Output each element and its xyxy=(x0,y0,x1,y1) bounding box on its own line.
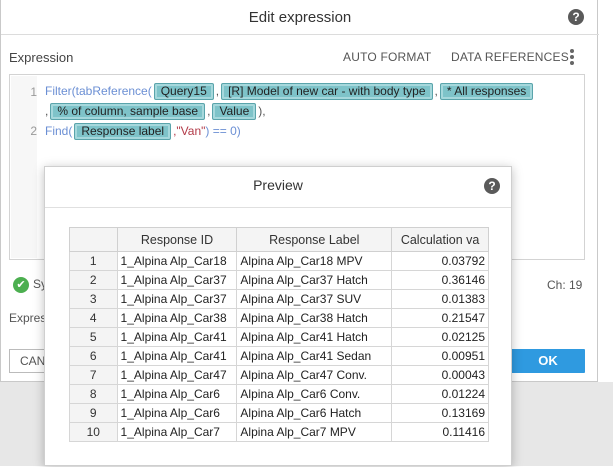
data-references-button[interactable]: DATA REFERENCES xyxy=(451,50,569,64)
code-line-2: Find(Response label ,"Van") == 0) xyxy=(45,123,241,140)
response-label-cell: Alpina Alp_Car18 MPV xyxy=(236,251,393,271)
check-circle-icon: ✔ xyxy=(13,277,29,293)
response-label-cell: Alpina Alp_Car41 Hatch xyxy=(236,327,393,347)
response-label-cell: Alpina Alp_Car37 Hatch xyxy=(236,270,393,290)
response-label-cell: Alpina Alp_Car38 Hatch xyxy=(236,308,393,328)
preview-table: Response ID Response Label Calculation v… xyxy=(69,227,489,442)
reference-chip[interactable]: Value xyxy=(212,103,257,120)
character-count: Ch: 19 xyxy=(547,278,583,292)
code-separator: , xyxy=(207,104,211,118)
column-header[interactable]: Response Label xyxy=(236,227,393,252)
table-row[interactable]: 5 1_Alpina Alp_Car41 Alpina Alp_Car41 Hatc… xyxy=(69,327,489,347)
table-row[interactable]: 10 1_Alpina Alp_Car7 Alpina Alp_Car7 MPV 0.… xyxy=(69,422,489,442)
response-label-cell: Alpina Alp_Car41 Sedan xyxy=(236,346,393,366)
dialog-title: Edit expression xyxy=(248,9,352,26)
row-number: 4 xyxy=(69,308,118,328)
calculation-value-cell: 0.00043 xyxy=(391,365,489,385)
help-icon[interactable]: ? xyxy=(568,9,584,25)
row-number: 7 xyxy=(69,365,118,385)
response-label-cell: Alpina Alp_Car6 Conv. xyxy=(236,384,393,404)
row-number: 6 xyxy=(69,346,118,366)
preview-divider xyxy=(45,207,511,208)
calculation-value-cell: 0.36146 xyxy=(391,270,489,290)
row-number: 3 xyxy=(69,289,118,309)
row-number: 1 xyxy=(69,251,118,271)
response-id-cell: 1_Alpina Alp_Car18 xyxy=(116,251,238,271)
response-id-cell: 1_Alpina Alp_Car38 xyxy=(116,308,238,328)
preview-table-container[interactable]: Response ID Response Label Calculation v… xyxy=(69,227,489,467)
preview-title: Preview xyxy=(253,177,303,193)
reference-chip[interactable]: Query15 xyxy=(153,83,214,100)
calculation-value-cell: 0.00951 xyxy=(391,346,489,366)
code-string: ,"Van" xyxy=(173,124,206,138)
code-separator: ), xyxy=(258,104,266,118)
code-function: Filter(tabReference( xyxy=(45,84,152,98)
response-label-cell: Alpina Alp_Car47 Conv. xyxy=(236,365,393,385)
table-row[interactable]: 6 1_Alpina Alp_Car41 Alpina Alp_Car41 Seda… xyxy=(69,346,489,366)
response-id-cell: 1_Alpina Alp_Car47 xyxy=(116,365,238,385)
table-row[interactable]: 7 1_Alpina Alp_Car47 Alpina Alp_Car47 Conv… xyxy=(69,365,489,385)
response-id-cell: 1_Alpina Alp_Car6 xyxy=(116,403,238,423)
row-number: 5 xyxy=(69,327,118,347)
reference-chip[interactable]: Response label xyxy=(74,123,172,140)
header-divider xyxy=(1,34,599,35)
calculation-value-cell: 0.02125 xyxy=(391,327,489,347)
table-row[interactable]: 3 1_Alpina Alp_Car37 Alpina Alp_Car37 SUV 0… xyxy=(69,289,489,309)
code-separator: , xyxy=(45,104,49,118)
code-separator: , xyxy=(215,84,220,98)
response-id-cell: 1_Alpina Alp_Car41 xyxy=(116,346,238,366)
expressions-label: Expres xyxy=(9,311,47,325)
code-function: Find( xyxy=(45,124,73,138)
ok-button[interactable]: OK xyxy=(511,349,585,373)
calculation-value-cell: 0.01224 xyxy=(391,384,489,404)
calculation-value-cell: 0.01383 xyxy=(391,289,489,309)
calculation-value-cell: 0.11416 xyxy=(391,422,489,442)
code-line-1: Filter(tabReference(Query15, [R] Model of… xyxy=(45,83,535,100)
table-row[interactable]: 4 1_Alpina Alp_Car38 Alpina Alp_Car38 Hatc… xyxy=(69,308,489,328)
calculation-value-cell: 0.21547 xyxy=(391,308,489,328)
response-label-cell: Alpina Alp_Car6 Hatch xyxy=(236,403,393,423)
response-id-cell: 1_Alpina Alp_Car37 xyxy=(116,270,238,290)
expression-label: Expression xyxy=(9,50,74,65)
line-number: 2 xyxy=(30,124,37,138)
preview-help-icon[interactable]: ? xyxy=(484,178,500,194)
response-id-cell: 1_Alpina Alp_Car6 xyxy=(116,384,238,404)
line-number: 1 xyxy=(30,85,37,99)
column-header[interactable]: Response ID xyxy=(116,227,238,252)
calculation-value-cell: 0.13169 xyxy=(391,403,489,423)
table-row[interactable]: 8 1_Alpina Alp_Car6 Alpina Alp_Car6 Conv. 0… xyxy=(69,384,489,404)
code-line-1-wrap: ,% of column, sample base, Value), xyxy=(45,103,266,120)
response-label-cell: Alpina Alp_Car7 MPV xyxy=(236,422,393,442)
code-function: ) == 0) xyxy=(205,124,241,138)
row-number: 2 xyxy=(69,270,118,290)
reference-chip[interactable]: * All responses xyxy=(439,83,534,100)
calculation-value-cell: 0.03792 xyxy=(391,251,489,271)
column-header[interactable]: Calculation va xyxy=(391,227,489,252)
row-number: 8 xyxy=(69,384,118,404)
reference-chip[interactable]: % of column, sample base xyxy=(50,103,206,120)
more-options-icon[interactable] xyxy=(569,49,575,67)
response-id-cell: 1_Alpina Alp_Car37 xyxy=(116,289,238,309)
response-label-cell: Alpina Alp_Car37 SUV xyxy=(236,289,393,309)
auto-format-button[interactable]: AUTO FORMAT xyxy=(343,50,431,64)
response-id-cell: 1_Alpina Alp_Car7 xyxy=(116,422,238,442)
column-header xyxy=(69,227,118,252)
response-id-cell: 1_Alpina Alp_Car41 xyxy=(116,327,238,347)
line-gutter: 1 2 xyxy=(11,76,37,258)
reference-chip[interactable]: [R] Model of new car - with body type xyxy=(221,83,433,100)
table-header-row: Response ID Response Label Calculation v… xyxy=(69,227,489,252)
table-row[interactable]: 2 1_Alpina Alp_Car37 Alpina Alp_Car37 Hatc… xyxy=(69,270,489,290)
table-row[interactable]: 9 1_Alpina Alp_Car6 Alpina Alp_Car6 Hatch 0… xyxy=(69,403,489,423)
row-number: 9 xyxy=(69,403,118,423)
table-row[interactable]: 1 1_Alpina Alp_Car18 Alpina Alp_Car18 MPV 0… xyxy=(69,251,489,271)
row-number: 10 xyxy=(69,422,118,442)
code-separator: , xyxy=(434,84,438,98)
preview-popup: Preview ? Response ID Response Label Cal… xyxy=(44,166,512,466)
